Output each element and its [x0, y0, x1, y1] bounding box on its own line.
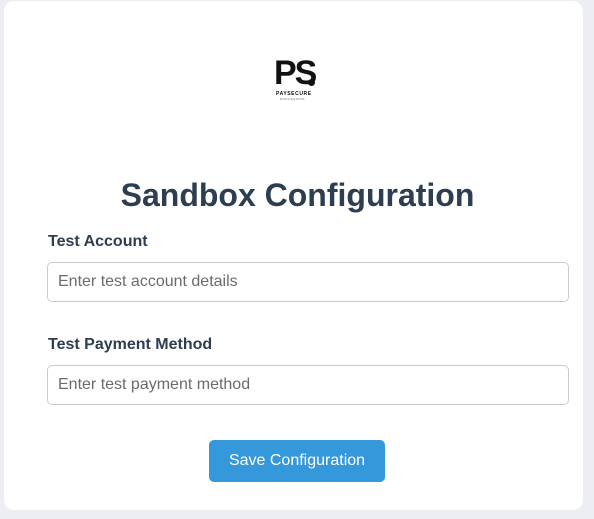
- save-configuration-button[interactable]: Save Configuration: [209, 440, 385, 482]
- test-payment-method-label: Test Payment Method: [48, 336, 213, 353]
- paysecure-logo: PS PAYSECURE PROCESSING: [274, 56, 324, 106]
- config-card: PS PAYSECURE PROCESSING Sandbox Configur…: [4, 1, 583, 510]
- page-title: Sandbox Configuration: [120, 177, 475, 213]
- logo-dot: [308, 79, 315, 86]
- test-account-input[interactable]: [47, 262, 569, 302]
- test-account-label: Test Account: [48, 233, 148, 250]
- logo-tagline: PROCESSING: [280, 97, 306, 101]
- test-payment-method-input[interactable]: [47, 365, 569, 405]
